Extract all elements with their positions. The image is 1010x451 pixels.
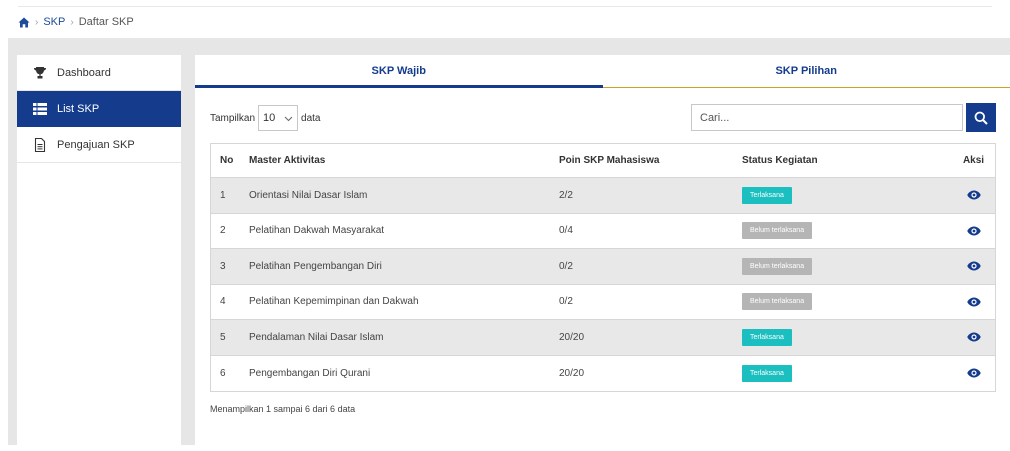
row-aktivitas: Pelatihan Kepemimpinan dan Dakwah	[249, 296, 419, 308]
eye-icon[interactable]	[966, 368, 981, 378]
page-length-control: Tampilkan 10 data	[210, 104, 321, 132]
column-header-poin[interactable]: Poin SKP Mahasiswa	[559, 155, 742, 166]
status-badge: Belum terlaksana	[742, 257, 813, 275]
home-icon[interactable]	[18, 17, 30, 28]
column-header-no[interactable]: No	[211, 155, 249, 166]
row-poin: 0/4	[559, 225, 573, 237]
sidebar-item-label: Dashboard	[57, 66, 111, 79]
search-button[interactable]	[966, 103, 996, 132]
breadcrumb: › SKP › Daftar SKP	[18, 13, 134, 31]
eye-icon[interactable]	[966, 261, 981, 271]
trophy-icon	[33, 66, 47, 80]
table-row: 3 Pelatihan Pengembangan Diri 0/2 Belum …	[211, 249, 995, 285]
status-badge: Terlaksana	[742, 186, 792, 204]
status-badge: Belum terlaksana	[742, 293, 813, 311]
eye-icon[interactable]	[966, 226, 981, 236]
row-no: 2	[220, 225, 226, 237]
row-poin: 0/2	[559, 296, 573, 308]
row-aktivitas: Pelatihan Dakwah Masyarakat	[249, 225, 385, 237]
eye-icon[interactable]	[966, 297, 981, 307]
sidebar-item-pengajuan-skp[interactable]: Pengajuan SKP	[17, 127, 181, 163]
sidebar-item-list-skp[interactable]: List SKP	[17, 91, 181, 127]
list-icon	[33, 102, 47, 116]
status-badge: Terlaksana	[742, 364, 792, 382]
page-length-suffix: data	[301, 112, 321, 124]
row-aktivitas: Pendalaman Nilai Dasar Islam	[249, 331, 384, 343]
row-poin: 20/20	[559, 331, 585, 343]
top-divider	[18, 6, 992, 7]
tab-skp-pilihan[interactable]: SKP Pilihan	[603, 55, 1010, 87]
row-no: 5	[220, 331, 226, 343]
skp-table: No Master Aktivitas Poin SKP Mahasiswa S…	[210, 143, 996, 392]
column-header-aktivitas[interactable]: Master Aktivitas	[249, 155, 559, 166]
sidebar-item-label: List SKP	[57, 103, 100, 115]
row-no: 6	[220, 367, 226, 379]
status-badge: Belum terlaksana	[742, 222, 813, 240]
row-no: 4	[220, 296, 226, 308]
eye-icon[interactable]	[966, 190, 981, 200]
table-info: Menampilkan 1 sampai 6 dari 6 data	[210, 404, 356, 414]
table-row: 6 Pengembangan Diri Qurani 20/20 Terlaks…	[211, 355, 995, 391]
sidebar-item-label: Pengajuan SKP	[57, 138, 135, 151]
document-icon	[33, 137, 47, 152]
breadcrumb-skp-link[interactable]: SKP	[43, 16, 65, 28]
sidebar: Dashboard List SKP Pengajuan SKP	[17, 55, 181, 451]
table-row: 4 Pelatihan Kepemimpinan dan Dakwah 0/2 …	[211, 284, 995, 320]
row-poin: 2/2	[559, 189, 573, 201]
breadcrumb-current: Daftar SKP	[78, 16, 134, 28]
sidebar-item-dashboard[interactable]: Dashboard	[17, 55, 181, 91]
page-length-prefix: Tampilkan	[210, 112, 256, 124]
row-aktivitas: Orientasi Nilai Dasar Islam	[249, 189, 368, 201]
main-panel: SKP Wajib SKP Pilihan Tampilkan 10 data …	[195, 55, 1010, 445]
row-poin: 0/2	[559, 260, 573, 272]
column-header-status[interactable]: Status Kegiatan	[742, 155, 952, 166]
row-no: 1	[220, 189, 226, 201]
breadcrumb-separator: ›	[70, 16, 74, 28]
search-icon	[974, 111, 988, 125]
chevron-down-icon	[284, 114, 293, 123]
table-row: 2 Pelatihan Dakwah Masyarakat 0/4 Belum …	[211, 213, 995, 249]
column-header-aksi: Aksi	[962, 155, 985, 166]
page-length-select[interactable]: 10	[258, 105, 299, 131]
tab-bar: SKP Wajib SKP Pilihan	[195, 55, 1010, 88]
page-length-value: 10	[263, 112, 276, 124]
row-aktivitas: Pelatihan Pengembangan Diri	[249, 260, 382, 272]
table-row: 1 Orientasi Nilai Dasar Islam 2/2 Terlak…	[211, 178, 995, 214]
table-header-row: No Master Aktivitas Poin SKP Mahasiswa S…	[211, 144, 995, 178]
row-poin: 20/20	[559, 367, 585, 379]
eye-icon[interactable]	[966, 332, 981, 342]
status-badge: Terlaksana	[742, 328, 792, 346]
breadcrumb-separator: ›	[35, 16, 39, 28]
table-row: 5 Pendalaman Nilai Dasar Islam 20/20 Ter…	[211, 320, 995, 356]
search-input[interactable]	[691, 104, 963, 131]
tab-skp-wajib[interactable]: SKP Wajib	[195, 55, 603, 88]
row-no: 3	[220, 260, 226, 272]
row-aktivitas: Pengembangan Diri Qurani	[249, 367, 371, 379]
